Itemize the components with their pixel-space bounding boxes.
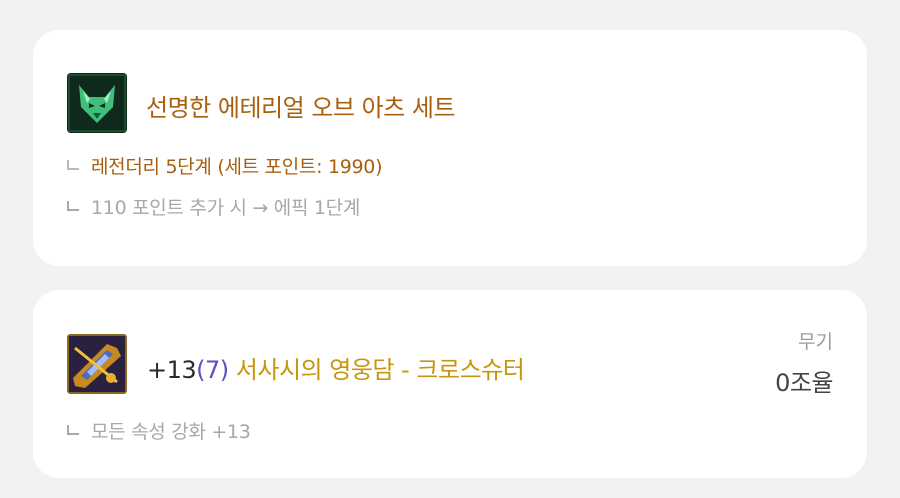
set-title: 선명한 에테리얼 오브 아츠 세트 xyxy=(146,94,456,122)
set-next-grade-text: 110 포인트 추가 시 → 에픽 1단계 xyxy=(91,197,361,219)
fox-mask-icon xyxy=(67,73,127,133)
weapon-option-line: 모든 속성 강화 +13 xyxy=(67,417,251,444)
weapon-info-card: +13(7) 서사시의 영웅담 - 크로스슈터 무기 0조율 모든 속성 강화 … xyxy=(33,290,867,478)
branch-icon xyxy=(67,425,79,435)
weapon-name: 서사시의 영웅담 - 크로스슈터 xyxy=(235,356,525,384)
reinforce-level: +13 xyxy=(147,356,197,384)
branch-icon xyxy=(67,201,79,211)
branch-icon xyxy=(67,160,79,170)
set-grade-text: 레전더리 5단계 (세트 포인트: 1990) xyxy=(91,156,383,178)
slot-label: 무기 xyxy=(798,331,833,353)
tune-value: 0조율 xyxy=(775,369,833,397)
weapon-option-text: 모든 속성 강화 +13 xyxy=(91,421,251,443)
weapon-title: +13(7) 서사시의 영웅담 - 크로스슈터 xyxy=(147,350,525,385)
crossbow-weapon-icon xyxy=(67,334,127,394)
set-grade-line: 레전더리 5단계 (세트 포인트: 1990) xyxy=(67,152,383,179)
set-info-card: 선명한 에테리얼 오브 아츠 세트 레전더리 5단계 (세트 포인트: 1990… xyxy=(33,30,867,266)
set-next-grade-line: 110 포인트 추가 시 → 에픽 1단계 xyxy=(67,193,360,220)
star-count: (7) xyxy=(196,356,229,384)
